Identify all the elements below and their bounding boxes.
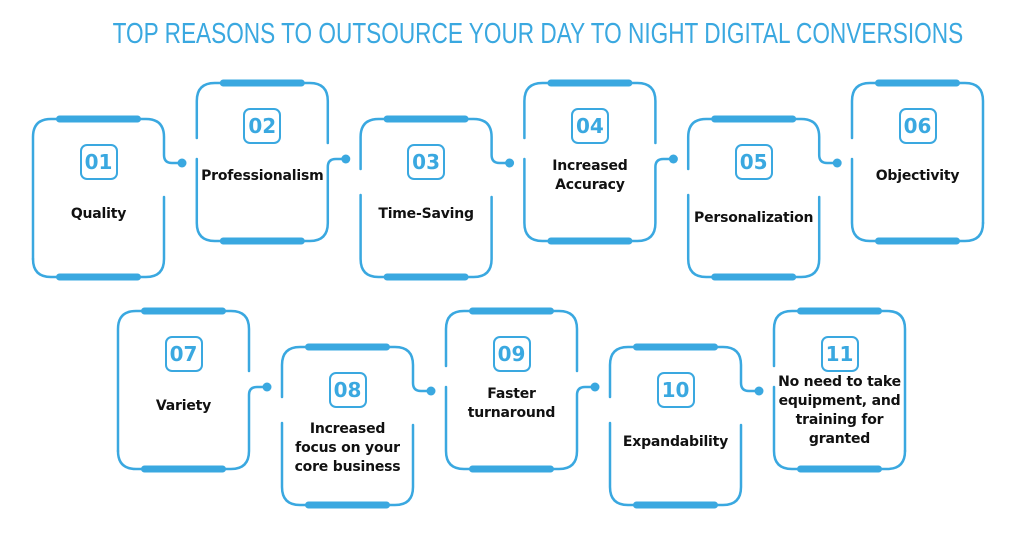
process-diagram bbox=[31, 79, 985, 509]
step-number-badge: 09 bbox=[492, 336, 531, 372]
step-number-badge: 10 bbox=[656, 372, 695, 408]
card-border-bottom bbox=[686, 193, 821, 279]
step-number-badge: 08 bbox=[328, 372, 367, 408]
step-number-badge: 01 bbox=[79, 144, 118, 180]
card-outline bbox=[608, 343, 764, 509]
step-label: Variety bbox=[155, 398, 212, 414]
card-outline bbox=[686, 115, 842, 281]
step-number-badge: 02 bbox=[243, 108, 282, 144]
step-label: Faster turnaround bbox=[467, 386, 556, 421]
step-label: Increased Accuracy bbox=[552, 158, 628, 193]
step-number-badge: 03 bbox=[407, 144, 446, 180]
step-label: No need to take equipment, and training … bbox=[778, 374, 901, 447]
connector-dot bbox=[505, 158, 515, 168]
card-outline bbox=[31, 115, 187, 281]
card-outline bbox=[359, 115, 515, 281]
connector-dot bbox=[262, 382, 272, 392]
connector-dot bbox=[590, 382, 600, 392]
connector-dot bbox=[426, 386, 436, 396]
step-label: Professionalism bbox=[201, 168, 324, 184]
step-label: Personalization bbox=[694, 210, 814, 226]
card-border-top bbox=[31, 117, 183, 261]
card-border-top bbox=[116, 309, 251, 453]
step-number-badge: 07 bbox=[164, 336, 203, 372]
card-outline bbox=[850, 79, 985, 245]
step-number-badge: 04 bbox=[570, 108, 609, 144]
card-outline bbox=[116, 307, 272, 473]
connector-dot bbox=[754, 386, 764, 396]
step-label: Expandability bbox=[622, 434, 729, 450]
connector-dot bbox=[832, 158, 842, 168]
card-outline bbox=[195, 79, 351, 245]
step-label: Quality bbox=[70, 206, 127, 222]
connector-dot bbox=[668, 154, 678, 164]
step-label: Increased focus on your core business bbox=[294, 421, 401, 475]
step-label: Objectivity bbox=[875, 168, 960, 184]
step-number-badge: 05 bbox=[734, 144, 773, 180]
connector-dot bbox=[177, 158, 187, 168]
step-number-badge: 11 bbox=[820, 336, 859, 372]
step-label: Time-Saving bbox=[378, 206, 474, 222]
connector-dot bbox=[341, 154, 351, 164]
step-number-badge: 06 bbox=[898, 108, 937, 144]
card-border-top bbox=[850, 81, 985, 225]
